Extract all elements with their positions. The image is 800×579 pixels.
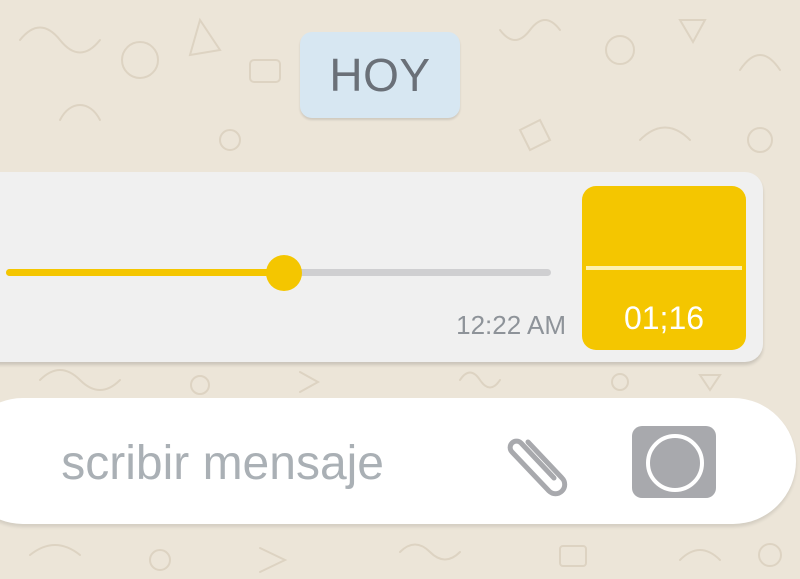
audio-scrubber-thumb[interactable] <box>266 255 302 291</box>
message-timestamp: 12:22 AM <box>456 310 566 340</box>
message-input-placeholder: scribir mensaje <box>61 437 384 490</box>
camera-button[interactable] <box>632 426 716 498</box>
paperclip-icon[interactable] <box>498 428 580 498</box>
message-input[interactable]: scribir mensaje <box>0 432 480 496</box>
audio-duration-panel[interactable]: 01;16 <box>582 186 746 350</box>
audio-progress-fill <box>6 269 284 276</box>
duration-divider <box>586 266 742 270</box>
audio-duration: 01;16 <box>623 300 705 336</box>
date-divider-chip: HOY <box>300 32 460 118</box>
camera-icon <box>646 434 704 492</box>
